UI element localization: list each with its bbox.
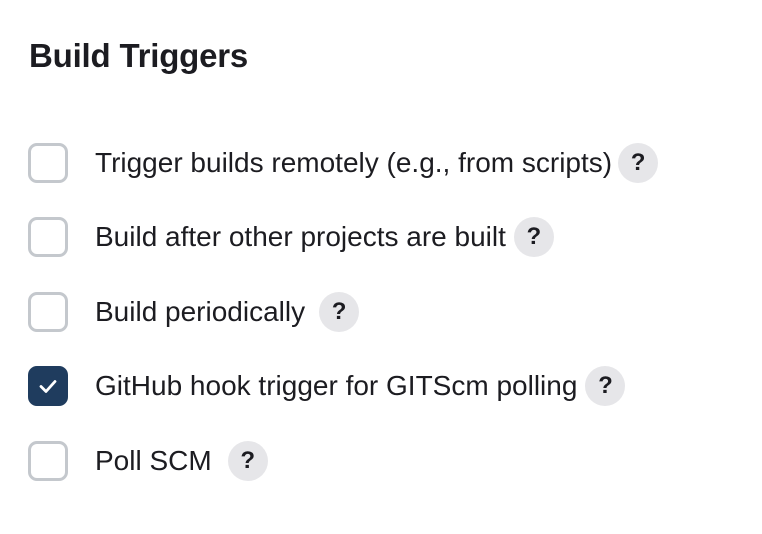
- trigger-github-hook-help-button[interactable]: ?: [585, 366, 626, 406]
- trigger-after-other-projects-checkbox[interactable]: [28, 217, 68, 257]
- trigger-poll-scm-label[interactable]: Poll SCM: [95, 443, 212, 479]
- trigger-poll-scm-help-button[interactable]: ?: [227, 441, 268, 481]
- checkmark-icon: [39, 380, 57, 393]
- trigger-remote-help-button[interactable]: ?: [618, 143, 659, 183]
- trigger-option-periodically[interactable]: Build periodically ?: [28, 290, 360, 334]
- trigger-periodically-help-button[interactable]: ?: [319, 292, 360, 332]
- trigger-poll-scm-checkbox[interactable]: [28, 441, 68, 481]
- trigger-after-other-projects-label[interactable]: Build after other projects are built: [95, 219, 506, 255]
- trigger-option-poll-scm[interactable]: Poll SCM ?: [28, 439, 268, 483]
- trigger-after-other-projects-help-button[interactable]: ?: [513, 217, 554, 257]
- trigger-option-remote[interactable]: Trigger builds remotely (e.g., from scri…: [28, 141, 659, 185]
- trigger-periodically-checkbox[interactable]: [28, 292, 68, 332]
- trigger-option-after-other-projects[interactable]: Build after other projects are built ?: [28, 215, 554, 259]
- trigger-remote-label[interactable]: Trigger builds remotely (e.g., from scri…: [95, 145, 612, 181]
- trigger-github-hook-checkbox[interactable]: [28, 366, 68, 406]
- section-title: Build Triggers: [29, 37, 249, 74]
- trigger-option-github-hook[interactable]: GitHub hook trigger for GITScm polling ?: [28, 364, 626, 408]
- trigger-github-hook-label[interactable]: GitHub hook trigger for GITScm polling: [95, 368, 577, 404]
- trigger-remote-checkbox[interactable]: [28, 143, 68, 183]
- trigger-periodically-label[interactable]: Build periodically: [95, 294, 305, 330]
